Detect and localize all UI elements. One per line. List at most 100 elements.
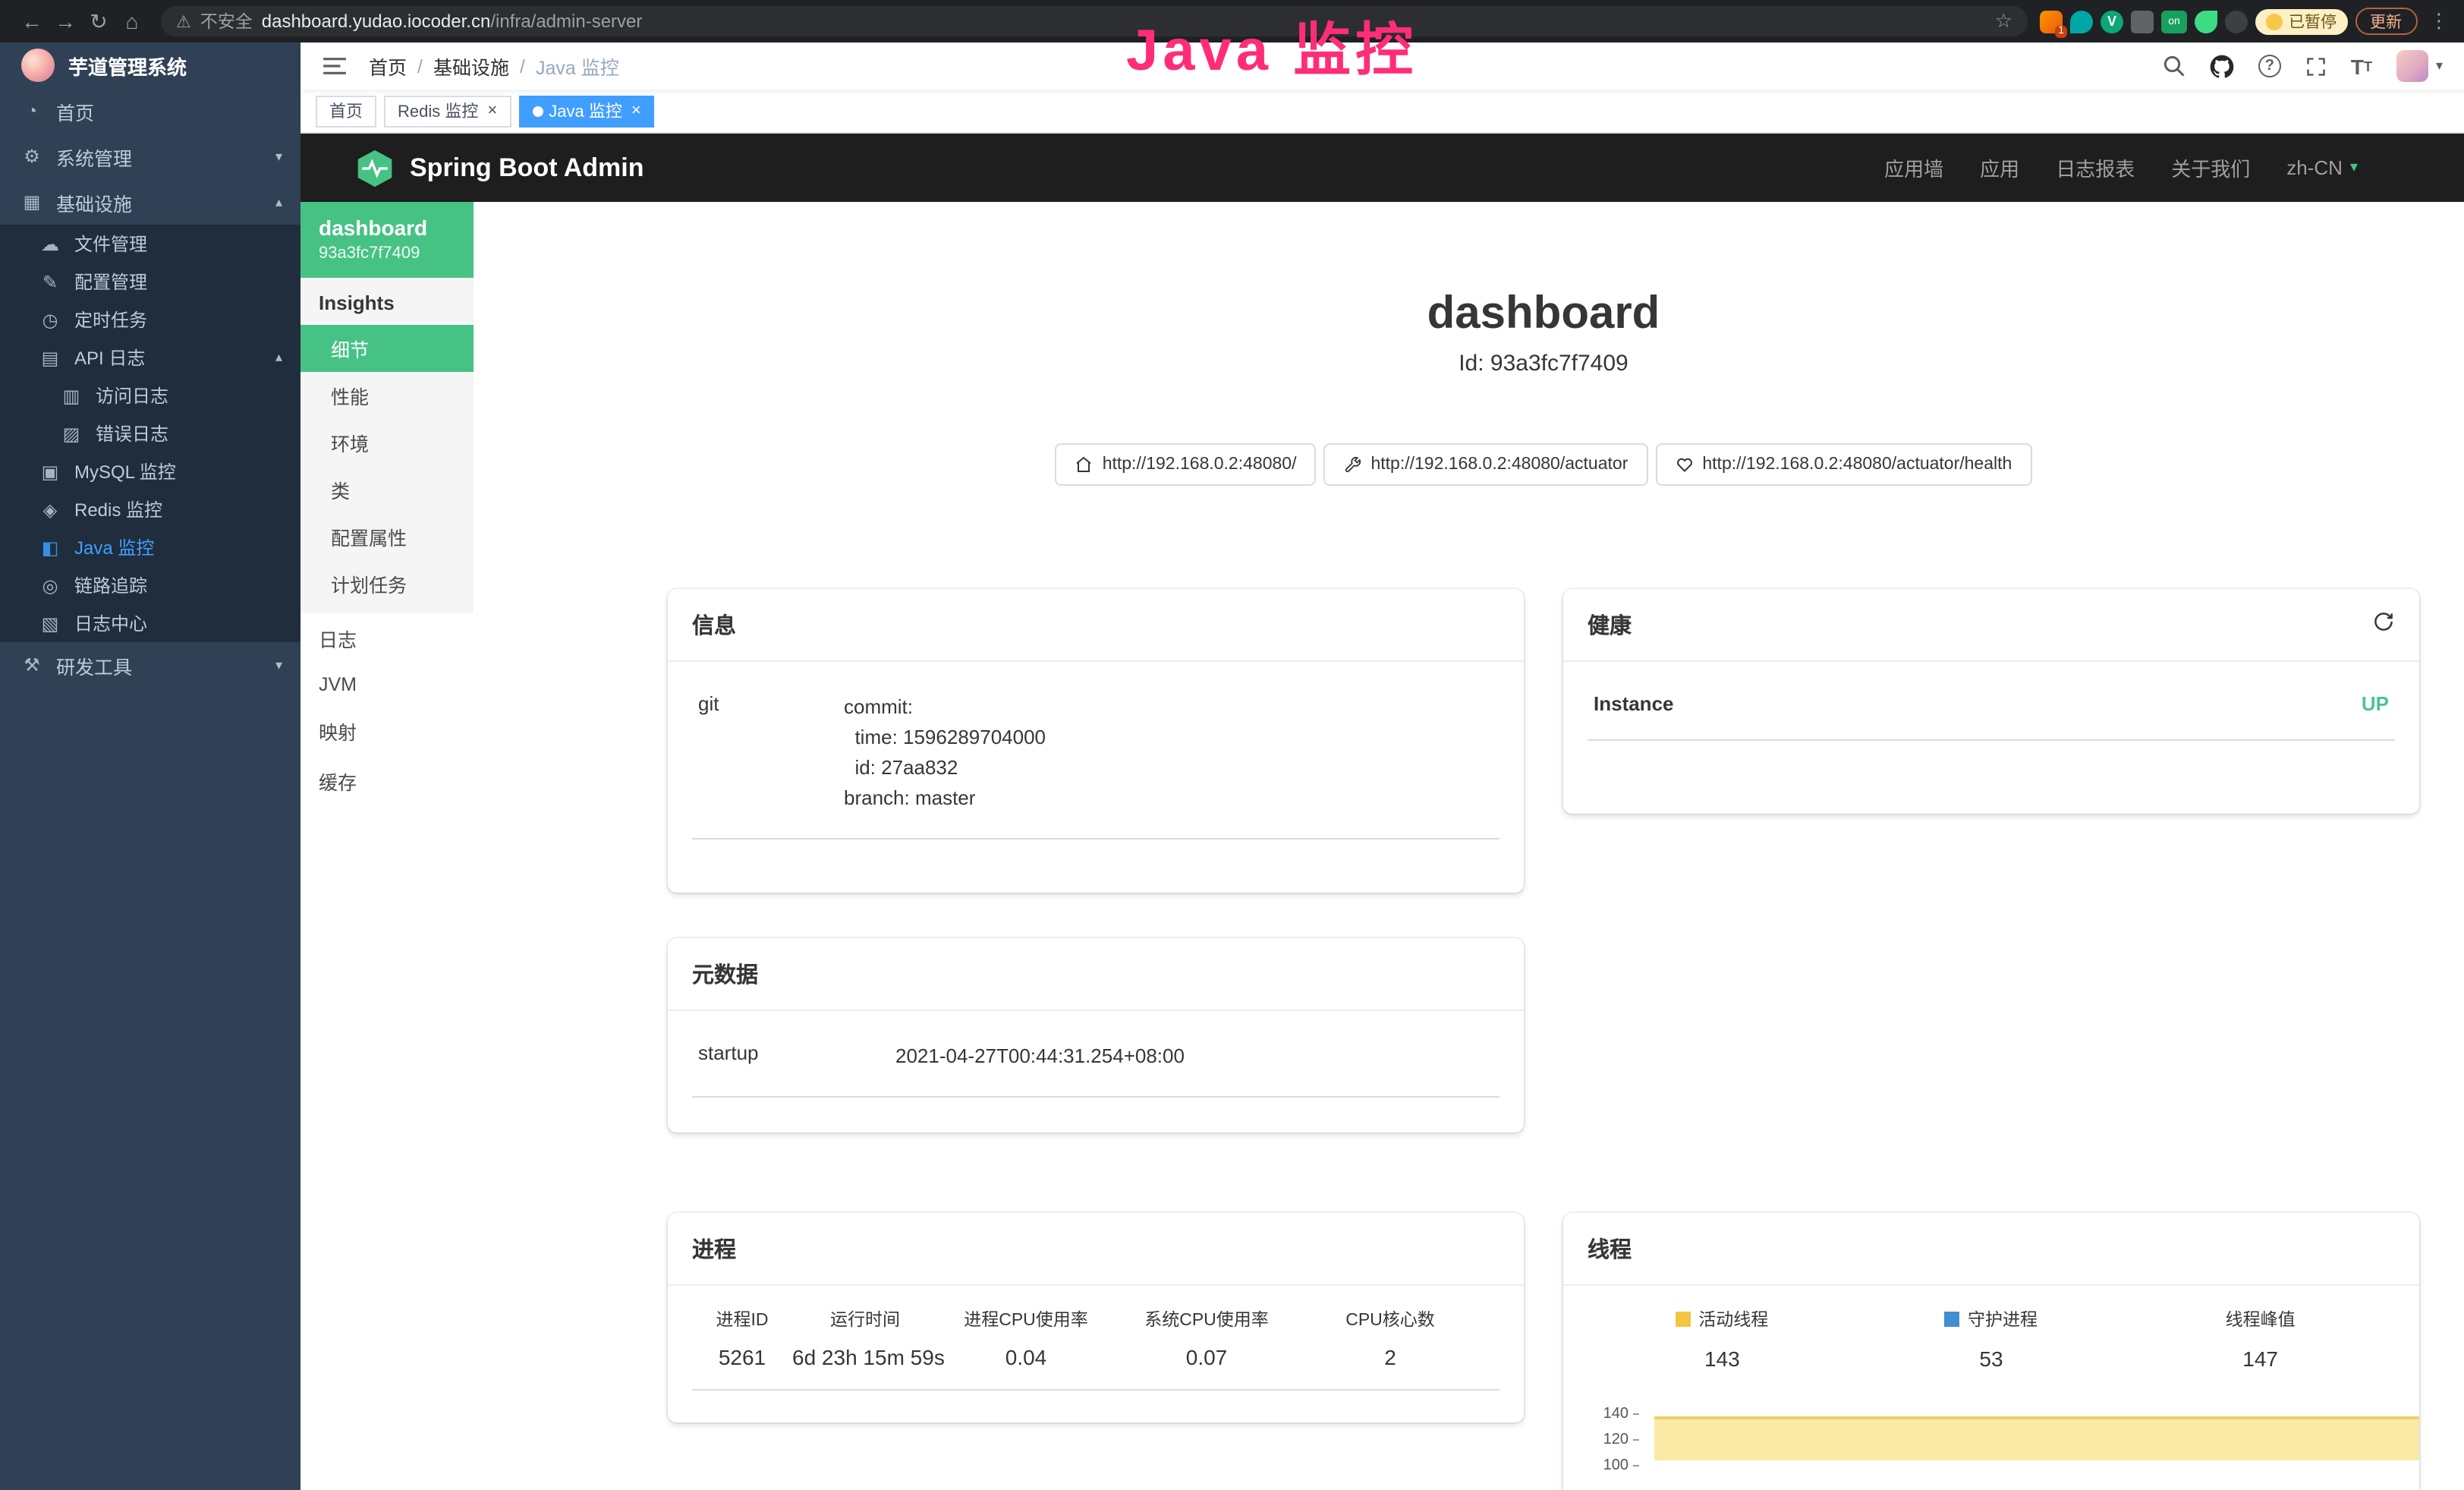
user-menu[interactable]: ▾: [2396, 50, 2443, 82]
instance-name: dashboard: [319, 216, 455, 240]
access-log-icon: ▥: [61, 385, 82, 406]
sba-item-logs[interactable]: 日志: [301, 613, 474, 663]
database-icon: ▣: [39, 461, 61, 482]
sidebar-item-file-management[interactable]: ☁ 文件管理: [0, 225, 301, 263]
tag-label: 首页: [329, 99, 363, 123]
breadcrumb-infrastructure[interactable]: 基础设施: [433, 52, 509, 80]
sba-item-classes[interactable]: 类: [301, 466, 474, 513]
history-icon[interactable]: [2372, 610, 2395, 639]
sidebar-item-label: MySQL 监控: [74, 458, 176, 484]
tag-redis-monitor[interactable]: Redis 监控 ×: [384, 95, 511, 127]
close-icon[interactable]: ×: [631, 102, 641, 119]
instance-url-label: http://192.168.0.2:48080/: [1103, 455, 1297, 474]
address-bar[interactable]: ⚠ 不安全 dashboard.yudao.iocoder.cn/infra/a…: [161, 6, 2028, 36]
locale-select[interactable]: zh-CN ▾: [2286, 156, 2358, 179]
breadcrumb: 首页 / 基础设施 / Java 监控: [369, 52, 619, 80]
sba-link-wallboard[interactable]: 应用墙: [1884, 153, 1943, 182]
live-threads-area: [1654, 1416, 2419, 1460]
hamburger-icon[interactable]: [301, 56, 369, 76]
instance-header[interactable]: dashboard 93a3fc7f7409: [301, 202, 474, 278]
font-size-icon[interactable]: TT: [2351, 54, 2372, 78]
forward-icon[interactable]: →: [49, 9, 82, 33]
sba-item-environment[interactable]: 环境: [301, 419, 474, 466]
sidebar-item-tracing[interactable]: ◎ 链路追踪: [0, 566, 301, 604]
sba-link-applications[interactable]: 应用: [1980, 153, 2019, 182]
cards-area: 信息 git commit: time: 1596289704000 id:: [668, 589, 2419, 1490]
paw-extension-icon[interactable]: [2225, 10, 2248, 33]
tag-home[interactable]: 首页: [316, 95, 376, 127]
leaf-extension-icon[interactable]: [2195, 10, 2217, 33]
sidebar-item-log-center[interactable]: ▧ 日志中心: [0, 604, 301, 642]
col-proc-cpu: 进程CPU使用率: [938, 1307, 1114, 1331]
app-logo[interactable]: 芋道管理系统: [0, 43, 301, 88]
component-icon: ▦: [21, 191, 42, 213]
instance-id-line: Id: 93a3fc7f7409: [668, 351, 2419, 376]
sidebar-item-system[interactable]: ⚙ 系统管理 ▾: [0, 134, 301, 179]
sba-item-metrics[interactable]: 性能: [301, 372, 474, 419]
sba-link-about[interactable]: 关于我们: [2171, 153, 2250, 182]
actuator-url-button[interactable]: http://192.168.0.2:48080/actuator: [1323, 443, 1647, 486]
sidebar-item-config-management[interactable]: ✎ 配置管理: [0, 263, 301, 301]
sidebar-item-java-monitor[interactable]: ◧ Java 监控: [0, 528, 301, 566]
sba-link-journal[interactable]: 日志报表: [2056, 153, 2135, 182]
github-icon[interactable]: [2210, 54, 2234, 78]
sidebar-item-access-log[interactable]: ▥ 访问日志: [0, 376, 301, 414]
sba-item-mappings[interactable]: 映射: [301, 706, 474, 756]
sba-item-scheduled-tasks[interactable]: 计划任务: [301, 560, 474, 607]
chrome-update-button[interactable]: 更新: [2355, 8, 2417, 35]
on-switch-extension-icon[interactable]: on: [2161, 10, 2187, 33]
sidebar-item-label: 链路追踪: [74, 572, 147, 598]
puzzle-extensions-icon[interactable]: [2131, 10, 2154, 33]
git-commit-line: commit:: [844, 692, 1046, 723]
sidebar-item-scheduled-jobs[interactable]: ◷ 定时任务: [0, 301, 301, 339]
sidebar-item-mysql-monitor[interactable]: ▣ MySQL 监控: [0, 452, 301, 490]
search-icon[interactable]: [2163, 55, 2186, 77]
back-icon[interactable]: ←: [15, 9, 49, 33]
col-cpus: CPU核心数: [1299, 1307, 1481, 1331]
sidebar-item-dev-tools[interactable]: ⚒ 研发工具 ▾: [0, 642, 301, 688]
eye-icon: ◎: [39, 575, 61, 596]
security-label[interactable]: 不安全: [200, 9, 253, 33]
sba-item-caches[interactable]: 缓存: [301, 756, 474, 806]
sidebar-item-api-log[interactable]: ▤ API 日志 ▴: [0, 339, 301, 376]
sba-logo-icon: [355, 148, 395, 187]
git-branch-line: branch: master: [844, 783, 1046, 814]
sba-item-config-props[interactable]: 配置属性: [301, 513, 474, 560]
screen: ← → ↻ ⌂ ⚠ 不安全 dashboard.yudao.iocoder.cn…: [0, 0, 2464, 1490]
close-icon[interactable]: ×: [487, 102, 497, 119]
sidebar-item-error-log[interactable]: ▨ 错误日志: [0, 414, 301, 452]
extensions-cluster: 1 V on 已暂停 更新 ⋮: [2040, 8, 2449, 35]
sba-item-details[interactable]: 细节: [301, 325, 474, 372]
val-uptime: 6d 23h 15m 59s: [792, 1345, 938, 1369]
help-icon[interactable]: ?: [2258, 55, 2281, 77]
paused-chip[interactable]: 已暂停: [2255, 8, 2347, 34]
cloud-icon: ☁: [39, 233, 61, 254]
y-tick-120: 120: [1588, 1432, 1639, 1448]
sba-frame: Spring Boot Admin 应用墙 应用 日志报表 关于我们 zh-CN…: [301, 134, 2464, 1490]
val-sys-cpu: 0.07: [1114, 1345, 1299, 1369]
breadcrumb-current: Java 监控: [536, 52, 619, 80]
tag-java-monitor[interactable]: Java 监控 ×: [518, 95, 654, 127]
fullscreen-icon[interactable]: [2305, 55, 2327, 77]
sba-brand[interactable]: Spring Boot Admin: [355, 148, 644, 187]
v-extension-icon[interactable]: V: [2101, 10, 2123, 33]
health-url-button[interactable]: http://192.168.0.2:48080/actuator/health: [1655, 443, 2031, 486]
sidebar-item-redis-monitor[interactable]: ◈ Redis 监控: [0, 490, 301, 528]
reload-icon[interactable]: ↻: [82, 8, 115, 34]
sba-item-jvm[interactable]: JVM: [301, 663, 474, 706]
threads-card: 线程 活动线程: [1563, 1213, 2419, 1490]
health-card: 健康 Instance UP: [1563, 589, 2419, 814]
fox-extension-icon[interactable]: 1: [2040, 10, 2063, 33]
java-monitor-icon: ◧: [39, 537, 61, 558]
git-key: git: [698, 692, 844, 814]
sidebar-item-infrastructure[interactable]: ▦ 基础设施 ▴: [0, 179, 301, 225]
url-text[interactable]: dashboard.yudao.iocoder.cn/infra/admin-s…: [262, 11, 643, 32]
breadcrumb-home[interactable]: 首页: [369, 52, 407, 80]
chevron-up-icon: ▴: [275, 349, 282, 366]
pin-extension-icon[interactable]: [2070, 10, 2093, 33]
browser-menu-icon[interactable]: ⋮: [2429, 9, 2449, 33]
sidebar-item-home[interactable]: ◔ 首页: [0, 88, 301, 134]
bookmark-star-icon[interactable]: ☆: [1995, 9, 2012, 33]
instance-url-button[interactable]: http://192.168.0.2:48080/: [1056, 443, 1317, 486]
home-icon[interactable]: ⌂: [115, 9, 149, 33]
